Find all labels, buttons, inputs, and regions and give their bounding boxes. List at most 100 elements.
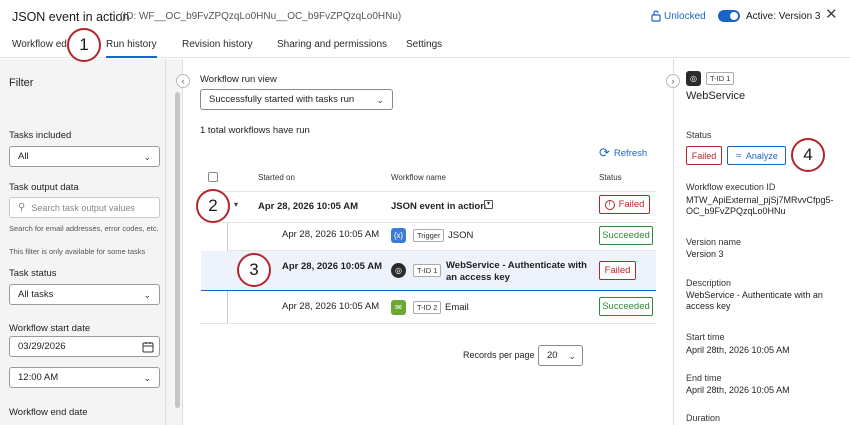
chevron-down-icon: ⌄ bbox=[143, 290, 151, 300]
tab-bar: Workflow edi Run history Revision histor… bbox=[0, 32, 850, 58]
run-view-value: Successfully started with tasks run bbox=[209, 94, 355, 105]
tab-revision-history[interactable]: Revision history bbox=[182, 39, 253, 50]
description-label: Description bbox=[686, 278, 732, 288]
task-output-hint: Search for email addresses, error codes,… bbox=[9, 224, 159, 233]
callout-marker-3: 3 bbox=[237, 253, 271, 287]
active-toggle[interactable] bbox=[718, 10, 740, 22]
email-icon: ✉ bbox=[391, 300, 406, 315]
details-tid: T-ID 1 bbox=[706, 72, 735, 85]
unlocked-button[interactable]: Unlocked bbox=[651, 10, 706, 22]
task-output-label: Task output data bbox=[9, 182, 79, 193]
task-status-text: Succeeded bbox=[602, 301, 650, 312]
calendar-icon[interactable] bbox=[142, 341, 154, 353]
search-icon: ⚲ bbox=[18, 202, 26, 213]
details-status-badge: Failed bbox=[686, 146, 722, 165]
tab-sharing-permissions[interactable]: Sharing and permissions bbox=[277, 39, 387, 50]
active-version-label: Active: Version 3 bbox=[746, 11, 821, 22]
workflow-status-text: Failed bbox=[618, 199, 645, 210]
column-started-on: Started on bbox=[258, 173, 295, 182]
records-per-page-select[interactable]: 20 ⌄ bbox=[538, 345, 583, 366]
task-status-text: Succeeded bbox=[602, 230, 650, 241]
exec-id-value: MTW_ApiExternal_pjSj7MRvvCfpg5-OC_b9FvZP… bbox=[686, 195, 834, 216]
workflow-title: JSON event in action bbox=[12, 10, 130, 24]
task-status-badge: Failed bbox=[599, 261, 636, 280]
refresh-button[interactable]: ⟳ Refresh bbox=[599, 145, 647, 161]
callout-marker-1: 1 bbox=[67, 28, 101, 62]
chevron-down-icon: ⌄ bbox=[143, 152, 151, 162]
task-started-on: Apr 28, 2026 10:05 AM bbox=[282, 261, 382, 272]
unlocked-label: Unlocked bbox=[664, 10, 706, 22]
column-workflow-name: Workflow name bbox=[391, 173, 446, 182]
task-name[interactable]: WebService - Authenticate with an access… bbox=[446, 260, 594, 284]
duration-label: Duration bbox=[686, 413, 721, 423]
filter-scrollbar-thumb[interactable] bbox=[175, 92, 180, 408]
chevron-down-icon: ⌄ bbox=[143, 373, 151, 383]
close-icon[interactable]: ✕ bbox=[825, 7, 838, 22]
task-tag: Trigger bbox=[413, 229, 445, 242]
records-per-page-value: 20 bbox=[547, 350, 558, 361]
tasks-included-select[interactable]: All ⌄ bbox=[9, 146, 160, 167]
version-value: Version 3 bbox=[686, 249, 724, 259]
run-view-select[interactable]: Successfully started with tasks run ⌄ bbox=[200, 89, 393, 110]
workflow-status-badge: ! Failed bbox=[599, 195, 650, 214]
collapse-details-button[interactable]: › bbox=[666, 74, 680, 88]
task-status-badge: Succeeded bbox=[599, 297, 653, 316]
header-divider bbox=[200, 191, 656, 192]
analyze-icon: ≍ bbox=[735, 151, 742, 160]
row-divider bbox=[200, 323, 656, 324]
chevron-left-icon: ‹ bbox=[181, 76, 185, 86]
collapse-filter-button[interactable]: ‹ bbox=[176, 74, 190, 88]
chevron-down-icon: ⌄ bbox=[568, 351, 576, 361]
exec-id-label: Workflow execution ID bbox=[686, 182, 776, 192]
top-bar: JSON event in action (ID: WF__OC_b9FvZPQ… bbox=[0, 0, 850, 32]
start-date-value: 03/29/2026 bbox=[18, 341, 66, 352]
records-per-page-label: Records per page bbox=[463, 350, 535, 360]
filter-title: Filter bbox=[9, 77, 34, 89]
workflow-started-on: Apr 28, 2026 10:05 AM bbox=[258, 201, 358, 212]
start-date-label: Workflow start date bbox=[9, 323, 91, 334]
task-status-select[interactable]: All tasks ⌄ bbox=[9, 284, 160, 305]
refresh-label: Refresh bbox=[613, 147, 648, 159]
tab-settings[interactable]: Settings bbox=[406, 39, 442, 50]
task-name[interactable]: Email bbox=[445, 302, 469, 313]
task-tag: T-ID 2 bbox=[413, 301, 442, 314]
task-output-search-input[interactable]: ⚲ Search task output values bbox=[9, 197, 160, 218]
end-date-label: Workflow end date bbox=[9, 407, 88, 418]
chevron-down-icon: ⌄ bbox=[376, 95, 384, 105]
tab-workflow-editor[interactable]: Workflow edi bbox=[12, 39, 69, 50]
task-name[interactable]: JSON bbox=[448, 230, 473, 241]
task-status-value: All tasks bbox=[18, 289, 54, 300]
task-tag: T-ID 1 bbox=[413, 264, 442, 277]
task-status-label: Task status bbox=[9, 268, 57, 279]
start-time-value: April 28th, 2026 10:05 AM bbox=[686, 345, 790, 355]
tab-run-history[interactable]: Run history bbox=[106, 39, 157, 58]
task-started-on: Apr 28, 2026 10:05 AM bbox=[282, 301, 380, 312]
workflow-dropdown-icon[interactable]: ▾ bbox=[484, 200, 493, 209]
start-time-label: Start time bbox=[686, 332, 725, 342]
select-all-checkbox[interactable] bbox=[208, 172, 218, 182]
analyze-button[interactable]: ≍ Analyze bbox=[727, 146, 786, 165]
task-status-text: Failed bbox=[604, 265, 631, 276]
error-icon: ! bbox=[604, 199, 615, 210]
run-view-label: Workflow run view bbox=[200, 74, 277, 85]
start-time-select[interactable]: 12:00 AM ⌄ bbox=[9, 367, 160, 388]
details-title: WebService bbox=[686, 90, 746, 102]
end-time-label: End time bbox=[686, 373, 722, 383]
task-status-badge: Succeeded bbox=[599, 226, 653, 245]
workflow-id: (ID: WF__OC_b9FvZPQzqLo0HNu__OC_b9FvZPQz… bbox=[120, 11, 402, 22]
version-label: Version name bbox=[686, 237, 742, 247]
row-divider bbox=[200, 222, 656, 223]
tasks-included-label: Tasks included bbox=[9, 130, 72, 141]
start-date-input[interactable]: 03/29/2026 bbox=[9, 336, 160, 357]
expand-caret-icon[interactable]: ▾ bbox=[234, 200, 238, 209]
column-status: Status bbox=[599, 173, 622, 182]
callout-marker-2: 2 bbox=[196, 189, 230, 223]
details-status-text: Failed bbox=[691, 150, 717, 161]
workflow-name[interactable]: JSON event in action bbox=[391, 201, 486, 212]
analyze-label: Analyze bbox=[745, 150, 778, 161]
webservice-icon: ◎ bbox=[391, 263, 406, 278]
refresh-icon: ⟳ bbox=[599, 145, 610, 160]
webservice-icon: ◎ bbox=[686, 71, 701, 86]
start-time-value: 12:00 AM bbox=[18, 372, 59, 383]
total-runs-text: 1 total workflows have run bbox=[200, 125, 310, 136]
